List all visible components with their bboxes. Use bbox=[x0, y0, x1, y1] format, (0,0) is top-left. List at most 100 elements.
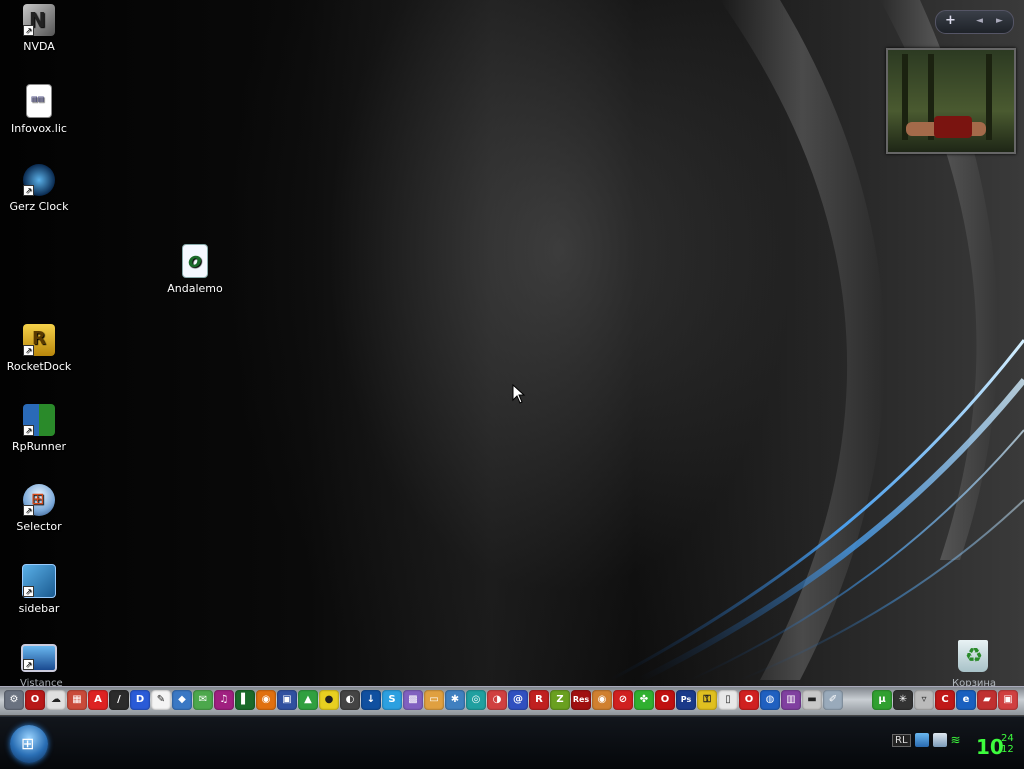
cat-icon[interactable]: ◐ bbox=[340, 690, 360, 710]
desktop-icon-andalemo[interactable]: o Andalemo bbox=[159, 244, 231, 295]
shortcut-arrow-icon: ↗ bbox=[23, 659, 34, 670]
clock-icon: ↗ bbox=[23, 164, 55, 196]
recycle-bin-icon[interactable]: ♻ bbox=[958, 640, 988, 672]
rprunner-icon: ↗ bbox=[23, 404, 55, 436]
shortcut-arrow-icon: ↗ bbox=[23, 345, 34, 356]
taskbar: ⊞ RL ≋ 10 24 12 bbox=[0, 716, 1024, 769]
start-button[interactable]: ⊞ bbox=[10, 725, 48, 763]
reshacker-icon[interactable]: Res bbox=[571, 690, 591, 710]
image-viewer-icon[interactable]: ▩ bbox=[403, 690, 423, 710]
ccleaner-icon[interactable]: C bbox=[935, 690, 955, 710]
address-icon[interactable]: @ bbox=[508, 690, 528, 710]
system-clock[interactable]: 10 24 12 bbox=[976, 733, 1014, 759]
system-tray: RL ≋ bbox=[892, 733, 965, 747]
recycle-symbol-icon: ♻ bbox=[965, 643, 983, 667]
dock-icon-list: ⚙ O ☁ ▦ A / D ✎ ◆ ✉ ♫ ▌ ◉ ▣ ▲ ● ◐ ↓ S ▩ ▭ ✱ ◎ ◑ @ R Z Res ◉ ⊘ ✤ O Ps ⚿ ▯ O ◍… bbox=[4, 690, 843, 710]
desktop-icon-label: RpRunner bbox=[12, 440, 66, 453]
system-icon[interactable]: ⚙ bbox=[4, 690, 24, 710]
network-icon[interactable] bbox=[914, 733, 929, 747]
stop-icon[interactable]: ⊘ bbox=[613, 690, 633, 710]
opera-file-icon: o bbox=[182, 244, 208, 278]
monitor-tray-icon[interactable] bbox=[932, 733, 947, 747]
messenger-icon[interactable]: ✉ bbox=[193, 690, 213, 710]
red-dress bbox=[934, 116, 972, 138]
arcade-icon[interactable]: ▦ bbox=[67, 690, 87, 710]
knife-icon[interactable]: / bbox=[109, 690, 129, 710]
add-gadget-button[interactable]: + bbox=[945, 13, 956, 28]
eye-icon[interactable]: ◉ bbox=[592, 690, 612, 710]
cd-icon[interactable]: ● bbox=[319, 690, 339, 710]
skype-icon[interactable]: S bbox=[382, 690, 402, 710]
nvda-icon: N ↗ bbox=[23, 4, 55, 36]
slideshow-gadget[interactable] bbox=[886, 48, 1016, 154]
desktop-icon-label: NVDA bbox=[23, 40, 55, 53]
acrobat-icon[interactable]: A bbox=[88, 690, 108, 710]
clock-second: 12 bbox=[1001, 744, 1014, 755]
windows-logo-icon: ⊞ ↗ bbox=[23, 484, 55, 516]
notepad-icon[interactable]: ✎ bbox=[151, 690, 171, 710]
sidebar-icon: ↗ bbox=[22, 564, 56, 598]
save-icon[interactable]: ▣ bbox=[277, 690, 297, 710]
clover-icon[interactable]: ✤ bbox=[634, 690, 654, 710]
shortcut-arrow-icon: ↗ bbox=[23, 25, 34, 36]
globe-icon[interactable]: ◍ bbox=[760, 690, 780, 710]
previous-page-button[interactable]: ◄ bbox=[976, 16, 983, 26]
map-icon[interactable]: ▲ bbox=[298, 690, 318, 710]
daemon-tools-icon[interactable]: D bbox=[130, 690, 150, 710]
document-icon[interactable]: ▯ bbox=[718, 690, 738, 710]
photoshop-icon[interactable]: Ps bbox=[676, 690, 696, 710]
desktop-icon-label: Andalemo bbox=[167, 282, 223, 295]
shortcut-arrow-icon: ↗ bbox=[23, 505, 34, 516]
media-player-icon[interactable]: ◑ bbox=[487, 690, 507, 710]
desktop-icon-sidebar[interactable]: ↗ sidebar bbox=[3, 564, 75, 615]
wifi-signal-icon[interactable]: ≋ bbox=[951, 733, 965, 747]
desktop-icon-rocketdock[interactable]: R ↗ RocketDock bbox=[3, 324, 75, 373]
desktop-icon-infovox-lic[interactable]: ▤▤ Infovox.lic bbox=[3, 84, 75, 135]
gift-icon[interactable]: ▣ bbox=[998, 690, 1018, 710]
scanner-icon[interactable]: ▬ bbox=[802, 690, 822, 710]
desktop-icon-label: Gerz Clock bbox=[9, 200, 69, 213]
monitor-icon: ↗ bbox=[21, 644, 57, 672]
utorrent-icon[interactable]: µ bbox=[872, 690, 892, 710]
virtualbox-icon[interactable]: ◆ bbox=[172, 690, 192, 710]
book-icon[interactable]: ▌ bbox=[235, 690, 255, 710]
winamp-icon[interactable]: ♫ bbox=[214, 690, 234, 710]
opera-red-icon[interactable]: O bbox=[655, 690, 675, 710]
download-icon[interactable]: ↓ bbox=[361, 690, 381, 710]
clock-minute: 24 bbox=[1001, 733, 1014, 744]
firefox-icon[interactable]: ◉ bbox=[256, 690, 276, 710]
spider-icon[interactable]: ✳ bbox=[893, 690, 913, 710]
gadget-control-bar: + ◄ ► bbox=[935, 10, 1014, 34]
desktop-icon-label: sidebar bbox=[18, 602, 60, 615]
folder-icon[interactable]: ▭ bbox=[424, 690, 444, 710]
shortcut-arrow-icon: ↗ bbox=[23, 425, 34, 436]
next-page-button[interactable]: ► bbox=[996, 16, 1003, 26]
opera-alt-icon[interactable]: O bbox=[739, 690, 759, 710]
shortcut-arrow-icon: ↗ bbox=[23, 185, 34, 196]
desktop-icon-label: Selector bbox=[16, 520, 62, 533]
rocketdock-bar: ⚙ O ☁ ▦ A / D ✎ ◆ ✉ ♫ ▌ ◉ ▣ ▲ ● ◐ ↓ S ▩ ▭ ✱ ◎ ◑ @ R Z Res ◉ ⊘ ✤ O Ps ⚿ ▯ O ◍… bbox=[0, 686, 1024, 716]
opera-icon[interactable]: O bbox=[25, 690, 45, 710]
tree-trunk bbox=[986, 54, 992, 140]
trash-dock-icon[interactable]: ▿ bbox=[914, 690, 934, 710]
dock-right-icon-list: µ ✳ ▿ Ce ▰ ▣ bbox=[872, 690, 1018, 710]
clock-hour: 10 bbox=[976, 735, 1004, 759]
desktop-icon-gerz-clock[interactable]: ↗ Gerz Clock bbox=[3, 164, 75, 213]
books-icon[interactable]: ▥ bbox=[781, 690, 801, 710]
pen-icon[interactable]: ✐ bbox=[823, 690, 843, 710]
sync-icon[interactable]: ◎ bbox=[466, 690, 486, 710]
language-indicator[interactable]: RL bbox=[892, 733, 911, 747]
clock-minutes-seconds: 24 12 bbox=[1001, 733, 1014, 755]
shortcut-arrow-icon: ↗ bbox=[23, 586, 34, 597]
sheep-icon[interactable]: ☁ bbox=[46, 690, 66, 710]
puzzle-icon[interactable]: ✱ bbox=[445, 690, 465, 710]
keys-icon[interactable]: ⚿ bbox=[697, 690, 717, 710]
desktop-icon-rprunner[interactable]: ↗ RpRunner bbox=[3, 404, 75, 453]
font-icon[interactable]: R bbox=[529, 690, 549, 710]
desktop-icon-nvda[interactable]: N ↗ NVDA bbox=[3, 4, 75, 53]
desktop-icon-monitor[interactable]: ↗ bbox=[3, 644, 75, 676]
zip-icon[interactable]: Z bbox=[550, 690, 570, 710]
desktop-icon-selector[interactable]: ⊞ ↗ Selector bbox=[3, 484, 75, 533]
car-icon[interactable]: ▰ bbox=[977, 690, 997, 710]
ie-icon[interactable]: e bbox=[956, 690, 976, 710]
